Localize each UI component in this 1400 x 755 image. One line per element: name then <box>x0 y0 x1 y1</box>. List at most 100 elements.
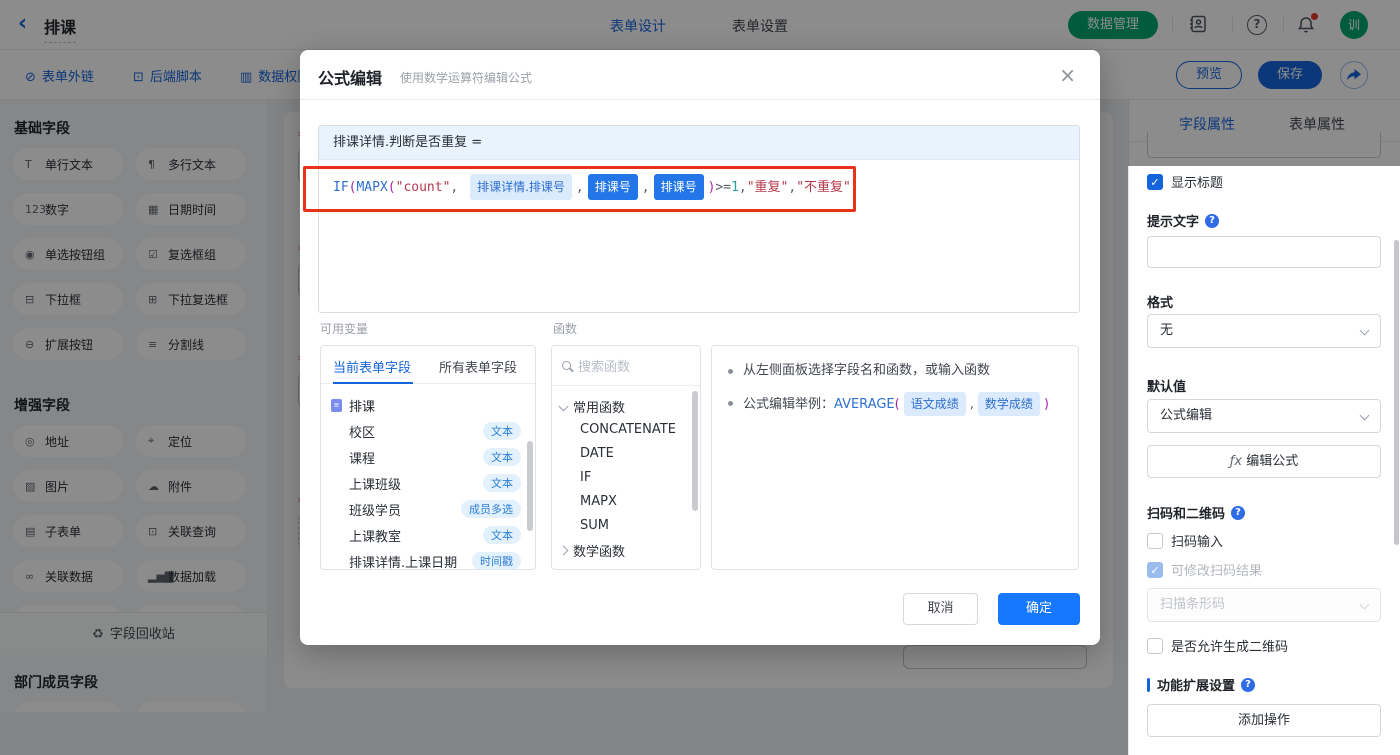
function-group[interactable]: 文本函数 <box>560 562 700 570</box>
function-item[interactable]: MAPX <box>560 490 700 514</box>
formula-target-label: 排课详情.判断是否重复 = <box>319 126 1079 160</box>
formula-token-str: "count" <box>395 180 451 195</box>
add-action-button[interactable]: 添加操作 <box>1147 704 1381 737</box>
formula-token-str: "重复" <box>746 180 789 195</box>
confirm-button[interactable]: 确定 <box>998 593 1080 625</box>
field-chip[interactable]: 排课详情.排课号 <box>470 174 572 200</box>
checkbox-unchecked-icon <box>1147 637 1163 654</box>
extension-section-label: 功能扩展设置? <box>1147 675 1256 694</box>
close-icon[interactable]: × <box>1059 63 1076 87</box>
modal-header: 公式编辑 使用数学运算符编辑公式 × <box>300 50 1100 100</box>
chevron-right-icon <box>558 545 569 555</box>
scan-input-checkbox[interactable]: 扫码输入 <box>1147 531 1223 550</box>
format-select[interactable]: 无 <box>1147 314 1381 348</box>
formula-token-op: , <box>450 180 467 195</box>
scan-qr-section-label: 扫码和二维码? <box>1147 503 1246 522</box>
variable-row[interactable]: 排课详情.上课日期 时间戳 <box>331 548 529 570</box>
function-item[interactable]: SUM <box>560 514 700 538</box>
variable-form-node[interactable]: ≡ 排课 <box>331 392 529 418</box>
chevron-down-icon <box>1359 325 1370 336</box>
variable-row[interactable]: 上课班级 文本 <box>331 470 529 496</box>
field-chip[interactable]: 数学成绩 <box>977 392 1040 416</box>
format-label: 格式 <box>1147 296 1174 311</box>
variable-name: 上课教室 <box>349 529 402 545</box>
field-chip[interactable]: 排课号 <box>653 174 704 200</box>
modal-mask[interactable] <box>1128 0 1400 166</box>
modal-title: 公式编辑 <box>318 69 383 88</box>
function-item[interactable]: CONCATENATE <box>560 418 700 442</box>
formula-token-fn: AVERAGE <box>834 397 895 412</box>
tip-line: 从左侧面板选择字段名和函数，或输入函数 <box>728 360 1062 382</box>
search-placeholder: 搜索函数 <box>578 360 631 375</box>
active-tab-underline <box>333 382 413 384</box>
variable-name: 校区 <box>349 425 376 441</box>
cancel-button[interactable]: 取消 <box>903 593 978 625</box>
variable-name: 班级学员 <box>349 503 402 519</box>
default-value-select[interactable]: 公式编辑 <box>1147 399 1381 433</box>
variable-type-tag: 文本 <box>483 422 521 440</box>
formula-token-op: , <box>969 397 974 412</box>
field-chip[interactable]: 排课号 <box>587 174 638 200</box>
variable-type-tag: 时间戳 <box>472 552 521 569</box>
tab-current-form-fields[interactable]: 当前表单字段 <box>333 357 411 376</box>
function-list: 常用函数 CONCATENATEDATEIFMAPXSUM 数学函数文本函数 <box>552 386 700 570</box>
modal-subtitle: 使用数学运算符编辑公式 <box>400 71 533 85</box>
functions-scrollbar[interactable] <box>692 391 698 511</box>
field-chip[interactable]: 语文成绩 <box>903 392 966 416</box>
variable-name: 排课详情.上课日期 <box>349 555 458 570</box>
formula-token-num: 1 <box>731 180 739 195</box>
form-doc-icon: ≡ <box>331 398 342 412</box>
checkbox-unchecked-icon <box>1147 532 1163 549</box>
function-group[interactable]: 常用函数 <box>558 394 700 418</box>
formula-input-area[interactable]: IF(MAPX("count", 排课详情.排课号, 排课号, 排课号)>=1,"重… <box>319 160 1079 214</box>
scan-editable-checkbox[interactable]: ✓ 可修改扫码结果 <box>1147 560 1262 579</box>
form-name: 排课 <box>349 399 376 415</box>
chevron-right-icon <box>559 569 569 570</box>
variable-row[interactable]: 课程 文本 <box>331 444 529 470</box>
field-properties-panel: ✓ 显示标题 提示文字? 格式 无 默认值 公式编辑 ƒx 编辑公式 扫码和二维… <box>1129 166 1400 755</box>
tab-all-form-fields[interactable]: 所有表单字段 <box>439 357 517 376</box>
formula-token-p: ( <box>387 180 396 195</box>
help-icon[interactable]: ? <box>1241 677 1256 692</box>
formula-token-fn: MAPX <box>356 180 388 195</box>
qr-allow-checkbox[interactable]: 是否允许生成二维码 <box>1147 636 1288 655</box>
variable-type-tag: 文本 <box>483 448 521 466</box>
functions-label: 函数 <box>553 322 578 336</box>
function-group-label: 文本函数 <box>573 565 625 570</box>
tip-example-line: 公式编辑举例：AVERAGE(语文成绩, 数学成绩) <box>728 392 1062 416</box>
panel-scrollbar[interactable] <box>1394 240 1399 545</box>
formula-token-p: ( <box>894 397 900 412</box>
formula-token-op: , <box>738 180 747 195</box>
function-group-label: 常用函数 <box>573 400 626 416</box>
help-icon[interactable]: ? <box>1205 213 1220 228</box>
section-bar-icon <box>1147 677 1150 692</box>
hint-text-label: 提示文字? <box>1147 211 1220 230</box>
function-search-input[interactable]: 搜索函数 <box>552 346 700 386</box>
formula-token-op: , <box>575 180 584 195</box>
show-title-checkbox[interactable]: ✓ 显示标题 <box>1147 172 1223 191</box>
variables-scrollbar[interactable] <box>527 441 533 531</box>
function-item[interactable]: IF <box>560 466 700 490</box>
variable-name: 上课班级 <box>349 477 402 493</box>
hint-text-input[interactable] <box>1147 236 1381 268</box>
variable-row[interactable]: 班级学员 成员多选 <box>331 496 529 522</box>
variable-type-tag: 成员多选 <box>461 500 521 518</box>
formula-token-p: ) <box>850 180 859 195</box>
function-group[interactable]: 数学函数 <box>558 538 700 562</box>
formula-editor: 排课详情.判断是否重复 = IF(MAPX("count", 排课详情.排课号,… <box>318 125 1080 313</box>
formula-edit-modal: 公式编辑 使用数学运算符编辑公式 × 排课详情.判断是否重复 = IF(MAPX… <box>300 50 1100 645</box>
variable-type-tag: 文本 <box>483 474 521 492</box>
edit-formula-button[interactable]: ƒx 编辑公式 <box>1147 445 1381 478</box>
function-group-label: 数学函数 <box>573 544 626 560</box>
variable-row[interactable]: 校区 文本 <box>331 418 529 444</box>
help-icon[interactable]: ? <box>1231 505 1246 520</box>
checkbox-checked-disabled-icon: ✓ <box>1147 561 1163 578</box>
formula-token-op: , <box>641 180 650 195</box>
scan-mode-select[interactable]: 扫描条形码 <box>1147 588 1381 622</box>
variables-tabs: 当前表单字段 所有表单字段 <box>321 346 535 384</box>
chevron-down-icon <box>1359 410 1370 421</box>
bullet-icon <box>728 401 733 406</box>
variables-label: 可用变量 <box>320 322 369 336</box>
function-item[interactable]: DATE <box>560 442 700 466</box>
variable-row[interactable]: 上课教室 文本 <box>331 522 529 548</box>
